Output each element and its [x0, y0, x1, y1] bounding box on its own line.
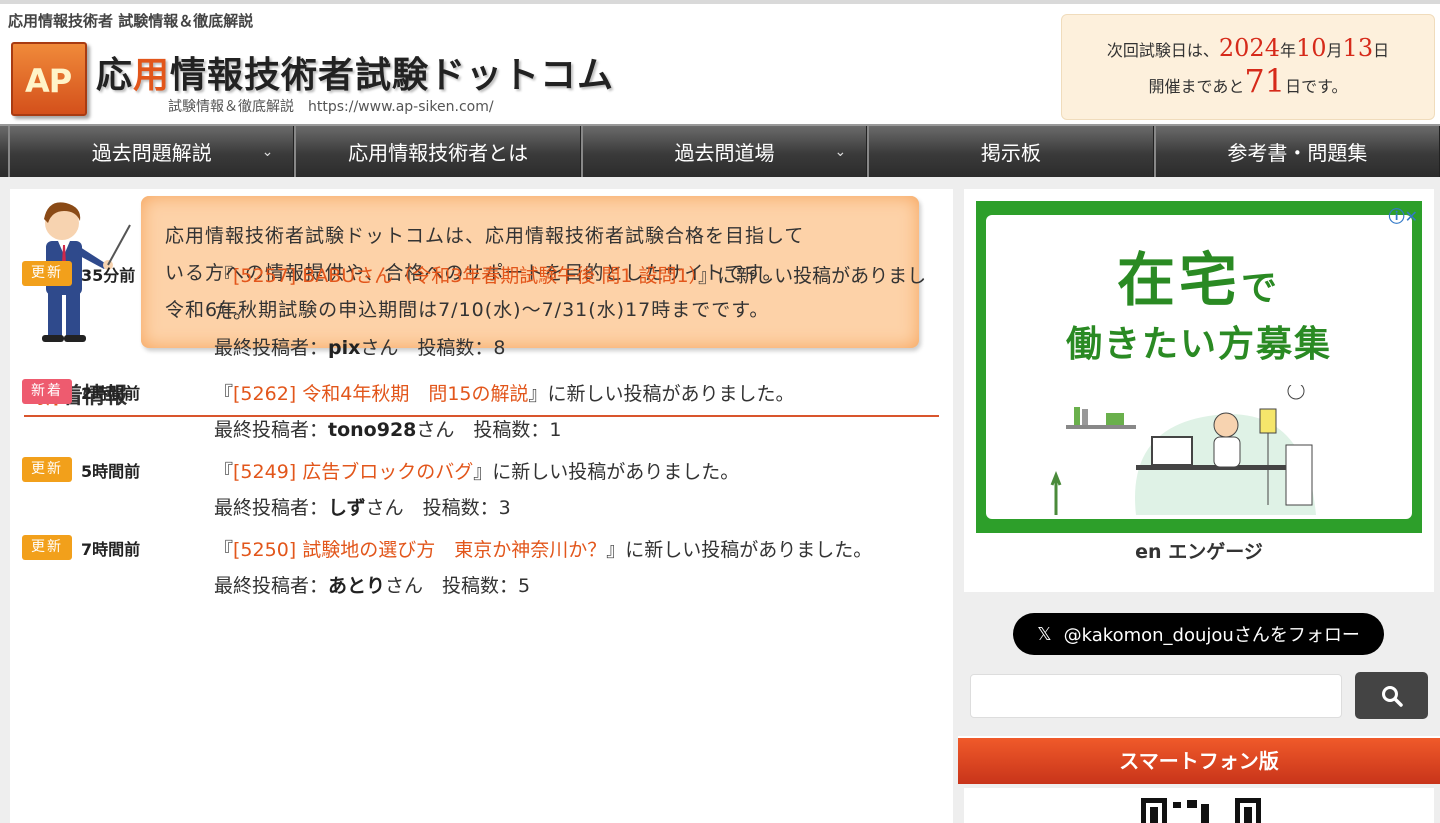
title-post: 情報技術者試験ドットコム	[170, 55, 615, 96]
update-badge: 更新	[22, 457, 72, 482]
logo-text: AP	[25, 62, 72, 100]
chevron-down-icon: ⌄	[261, 144, 274, 160]
post-count: さん 投稿数：8	[360, 337, 506, 359]
follow-label: @kakomon_doujouさんをフォロー	[1063, 625, 1360, 646]
ad-headline-small: で	[1241, 268, 1282, 309]
exam-month-unit: 月	[1326, 41, 1343, 60]
ad-brand-logo: en エンゲージ	[1135, 541, 1263, 563]
days-left: 71	[1244, 62, 1286, 100]
news-body: 『[5250] 試験地の選び方 東京か神奈川か？』に新しい投稿がありました。 最…	[214, 532, 932, 604]
main-nav: 過去問題解説 ⌄ 応用情報技術者とは 過去問道場 ⌄ 掲示板 参考書・問題集	[0, 124, 1440, 177]
thread-link[interactable]: [5250] 試験地の選び方 東京か神奈川か？	[233, 539, 606, 561]
author-name: しず	[328, 497, 366, 519]
author-name: あとり	[328, 575, 386, 597]
site-subtitle: 試験情報＆徹底解説 https://www.ap-siken.com/	[168, 99, 494, 115]
news-time: 35分前	[81, 266, 136, 285]
news-text: 』に新しい投稿がありました。	[473, 461, 740, 483]
update-badge: 更新	[22, 535, 72, 560]
site-logo[interactable]: AP	[11, 42, 87, 116]
news-item: 新着 2時間前 『[5262] 令和4年秋期 問15の解説』に新しい投稿がありま…	[22, 376, 932, 454]
thread-link[interactable]: [5257] BABUさん（令和3年春期試験午後 問1 設問1）	[233, 265, 698, 287]
quote-open: 『	[214, 461, 234, 483]
news-time: 7時間前	[81, 540, 141, 559]
news-text: 』に新しい投稿がありました。	[528, 383, 795, 405]
news-item: 更新 5時間前 『[5249] 広告ブロックのバグ』に新しい投稿がありました。 …	[22, 454, 932, 532]
thread-link[interactable]: [5262] 令和4年秋期 問15の解説	[233, 383, 528, 405]
exam-day: 13	[1342, 34, 1374, 62]
exam-countdown-line: 開催まであと71日です。	[1062, 65, 1434, 102]
nav-item-dojo[interactable]: 過去問道場 ⌄	[580, 126, 868, 177]
post-meta: 最終投稿者：しずさん 投稿数：3	[214, 490, 932, 526]
qr-code-icon	[1141, 798, 1261, 823]
author-label: 最終投稿者：	[214, 497, 329, 519]
news-body: 『[5262] 令和4年秋期 問15の解説』に新しい投稿がありました。 最終投稿…	[214, 376, 932, 448]
news-time: 5時間前	[81, 462, 141, 481]
news-list: 更新 35分前 『[5257] BABUさん（令和3年春期試験午後 問1 設問1…	[22, 258, 932, 642]
news-body: 『[5257] BABUさん（令和3年春期試験午後 問1 設問1）』に新しい投稿…	[214, 258, 932, 366]
exam-year: 2024	[1218, 34, 1280, 62]
site-title[interactable]: 応用情報技術者試験ドットコム	[96, 46, 614, 98]
news-time: 2時間前	[81, 384, 141, 403]
qr-code-box	[964, 788, 1434, 823]
chevron-down-icon: ⌄	[834, 144, 847, 160]
search-input[interactable]	[970, 674, 1342, 718]
exam-line1-pre: 次回試験日は、	[1106, 41, 1219, 60]
post-meta: 最終投稿者：あとりさん 投稿数：5	[214, 568, 932, 604]
author-label: 最終投稿者：	[214, 337, 329, 359]
ad-headline: 在宅で	[986, 233, 1412, 317]
nav-item-past-explanations[interactable]: 過去問題解説 ⌄	[8, 126, 295, 177]
site-tagline: 応用情報技術者 試験情報＆徹底解説	[8, 12, 254, 30]
author-name: pix	[328, 337, 361, 359]
post-count: さん 投稿数：3	[365, 497, 511, 519]
intro-line-1: 応用情報技術者試験ドットコムは、応用情報技術者試験合格を目指して	[165, 225, 805, 247]
nav-item-about[interactable]: 応用情報技術者とは	[294, 126, 581, 177]
smartphone-version-banner[interactable]: スマートフォン版	[958, 736, 1440, 784]
x-logo-icon: 𝕏	[1037, 623, 1052, 645]
search-button[interactable]	[1355, 672, 1428, 719]
new-badge: 新着	[22, 379, 72, 404]
ad-subheadline: 働きたい方募集	[1065, 324, 1332, 365]
exam-month: 10	[1295, 34, 1327, 62]
remote-work-illustration	[1050, 385, 1316, 515]
news-item: 更新 35分前 『[5257] BABUさん（令和3年春期試験午後 問1 設問1…	[22, 258, 932, 376]
ad-headline-big: 在宅	[1116, 246, 1241, 314]
post-meta: 最終投稿者：pixさん 投稿数：8	[214, 330, 932, 366]
nav-item-board[interactable]: 掲示板	[867, 126, 1154, 177]
update-badge: 更新	[22, 261, 72, 286]
search-icon	[1381, 685, 1403, 707]
author-label: 最終投稿者：	[214, 419, 329, 441]
ad-frame: 在宅で 働きたい方募集	[976, 201, 1422, 533]
title-pre: 応	[96, 55, 134, 96]
quote-open: 『	[214, 383, 234, 405]
nav-item-books[interactable]: 参考書・問題集	[1153, 126, 1440, 177]
title-highlight: 用	[133, 55, 171, 96]
news-body: 『[5249] 広告ブロックのバグ』に新しい投稿がありました。 最終投稿者：しず…	[214, 454, 932, 526]
news-text: 』に新しい投稿がありました。	[606, 539, 873, 561]
nav-label: 応用情報技術者とは	[348, 141, 529, 165]
x-follow-button[interactable]: 𝕏 @kakomon_doujouさんをフォロー	[1013, 613, 1384, 655]
exam-year-unit: 年	[1279, 41, 1296, 60]
quote-open: 『	[214, 539, 234, 561]
thread-link[interactable]: [5249] 広告ブロックのバグ	[233, 461, 473, 483]
author-label: 最終投稿者：	[214, 575, 329, 597]
news-item: 更新 7時間前 『[5250] 試験地の選び方 東京か神奈川か？』に新しい投稿が…	[22, 532, 932, 642]
ad-banner[interactable]: 在宅で 働きたい方募集 ⓘ✕ en エンゲージ	[964, 189, 1434, 592]
ad-panel: 在宅で 働きたい方募集	[986, 215, 1412, 519]
nav-label: 参考書・問題集	[1227, 141, 1368, 165]
countdown-pre: 開催まであと	[1148, 77, 1245, 96]
post-count: さん 投稿数：5	[385, 575, 531, 597]
exam-day-unit: 日	[1373, 41, 1390, 60]
countdown-post: 日です。	[1285, 77, 1348, 96]
next-exam-box: 次回試験日は、2024年10月13日 開催まであと71日です。	[1061, 14, 1435, 120]
post-count: さん 投稿数：1	[416, 419, 562, 441]
post-meta: 最終投稿者：tono928さん 投稿数：1	[214, 412, 932, 448]
quote-open: 『	[214, 265, 234, 287]
nav-label: 過去問題解説	[91, 141, 212, 165]
nav-label: 過去問道場	[674, 141, 775, 165]
nav-label: 掲示板	[980, 141, 1041, 165]
ad-close-icon[interactable]: ⓘ✕	[1389, 203, 1418, 227]
site-header: 応用情報技術者 試験情報＆徹底解説 AP 応用情報技術者試験ドットコム 試験情報…	[0, 0, 1440, 124]
author-name: tono928	[328, 419, 417, 441]
